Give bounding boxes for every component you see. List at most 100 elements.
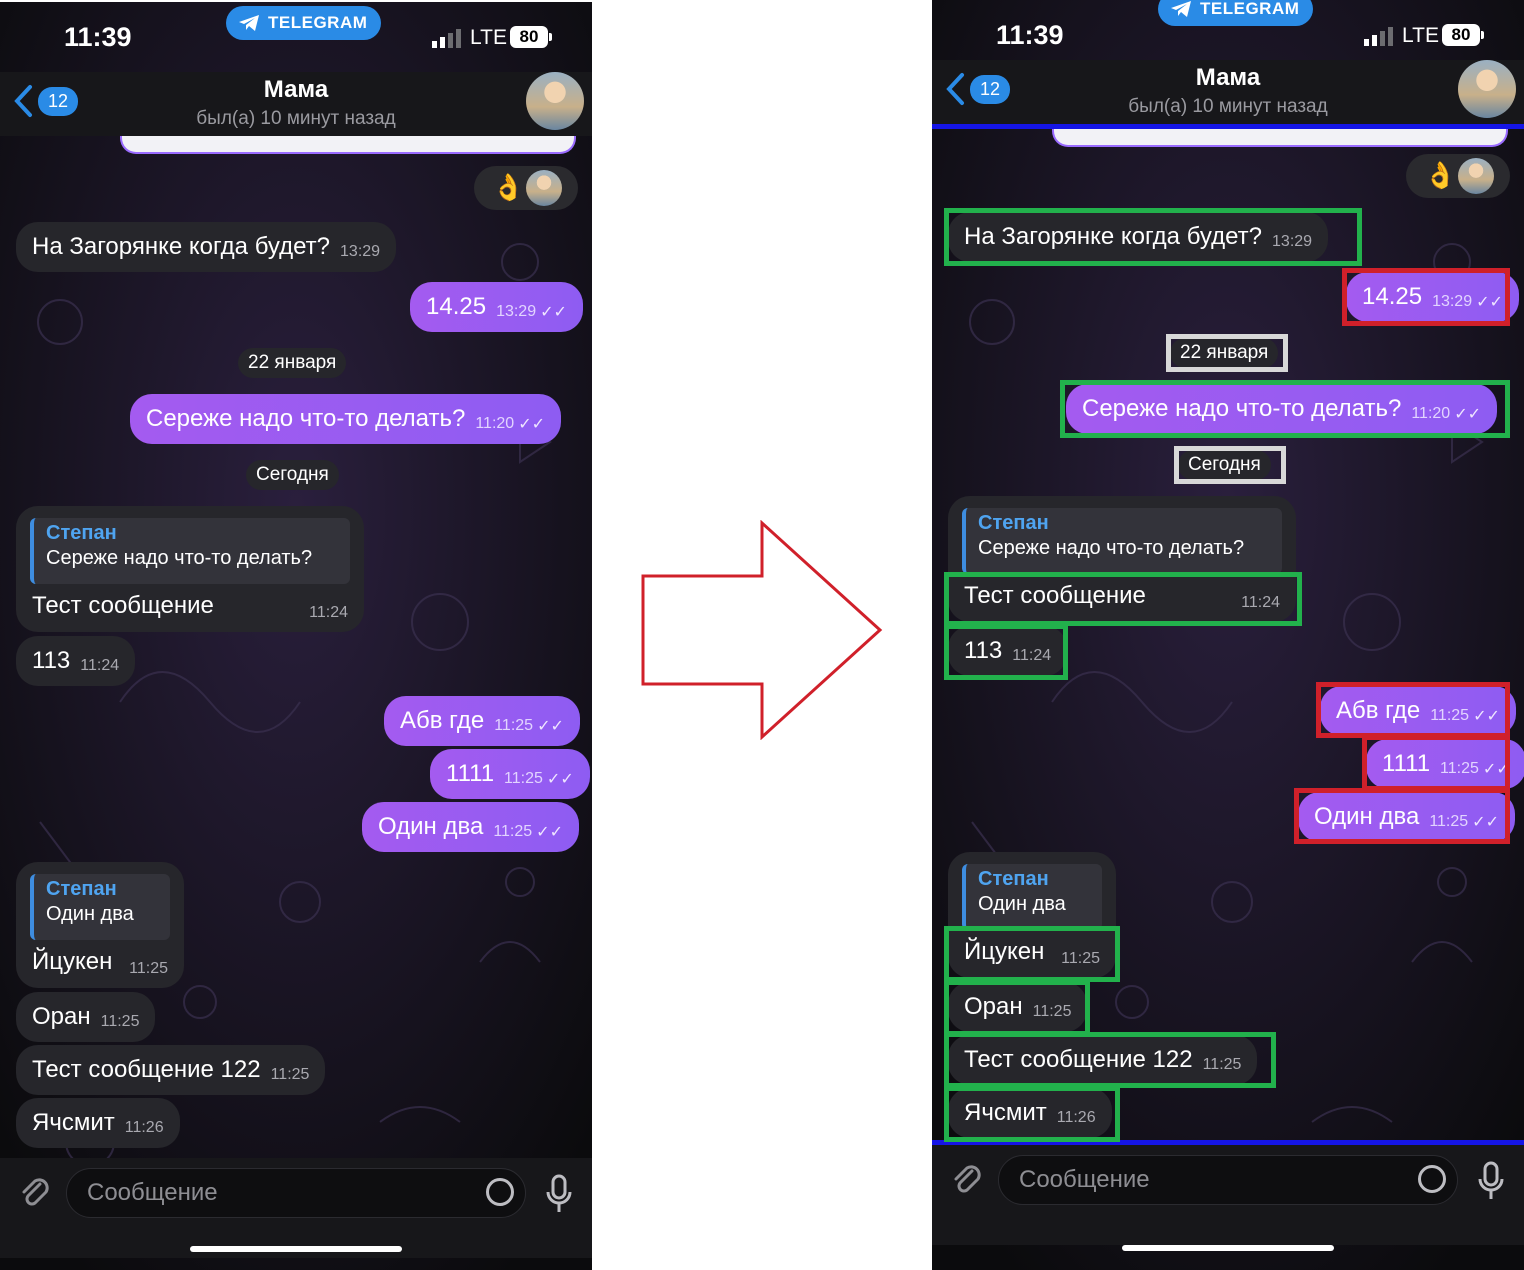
message-time: 13:29 [496, 303, 537, 320]
message-incoming[interactable]: Ячсмит 11:26 [16, 1098, 180, 1148]
avatar[interactable] [526, 72, 584, 130]
reply-message-bubble[interactable]: Степан Сереже надо что-то делать? Тест с… [16, 506, 364, 632]
message-text: Сереже надо что-то делать? [1082, 395, 1402, 422]
previous-message-edge [1052, 129, 1508, 147]
chat-title[interactable]: Мама [0, 76, 592, 104]
reply-message-bubble[interactable]: Степан Сереже надо что-то делать? Тест с… [948, 496, 1296, 622]
sticker-clock-icon[interactable] [1418, 1165, 1446, 1193]
reaction-avatar [1458, 158, 1494, 194]
message-text: 113 [32, 647, 71, 674]
message-text: Абв где [1336, 697, 1421, 724]
battery-level: 80 [510, 26, 548, 48]
microphone-icon[interactable] [546, 1174, 572, 1214]
reply-quote[interactable]: Степан Сереже надо что-то делать? [30, 518, 350, 584]
message-time: 11:25 [1440, 760, 1479, 777]
chat-header: 12 Мама был(а) 10 минут назад [932, 60, 1524, 124]
message-outgoing[interactable]: 1111 11:25 ✓✓ [1366, 739, 1524, 789]
battery-level: 80 [1442, 24, 1480, 46]
reply-quoted-text: Один два [46, 903, 134, 925]
last-seen-status: был(а) 10 минут назад [196, 108, 396, 129]
message-time: 11:20 [475, 415, 515, 432]
chat-title[interactable]: Мама [932, 64, 1524, 92]
message-input[interactable]: Сообщение [998, 1155, 1458, 1205]
telegram-pill[interactable]: TELEGRAM [226, 6, 382, 40]
message-incoming[interactable]: Оран 11:25 [948, 982, 1088, 1032]
reaction-chip[interactable]: 👌 [1406, 154, 1510, 198]
message-outgoing[interactable]: Сереже надо что-то делать? 11:20 ✓✓ [1066, 384, 1497, 434]
message-text: Один два [1314, 803, 1420, 830]
battery-tip [549, 33, 552, 41]
message-text: Ячсмит [32, 1109, 115, 1136]
reply-author: Степан [46, 522, 117, 544]
message-input[interactable]: Сообщение [66, 1168, 526, 1218]
microphone-icon[interactable] [1478, 1161, 1504, 1201]
read-checks-icon: ✓✓ [536, 824, 563, 841]
sticker-clock-icon[interactable] [486, 1178, 514, 1206]
reply-quote[interactable]: Степан Сереже надо что-то делать? [962, 508, 1282, 574]
message-incoming[interactable]: Тест сообщение 122 11:25 [948, 1035, 1258, 1085]
paperclip-icon[interactable] [950, 1163, 984, 1197]
ok-hand-emoji: 👌 [1424, 160, 1457, 190]
message-text: Оран [32, 1003, 91, 1030]
message-text: Сереже надо что-то делать? [146, 405, 466, 432]
clock-time: 11:39 [996, 20, 1064, 50]
reply-author: Степан [978, 868, 1049, 890]
message-time: 13:29 [340, 243, 381, 260]
date-separator: 22 января [1170, 338, 1279, 368]
reply-quoted-text: Сереже надо что-то делать? [978, 537, 1245, 559]
message-outgoing[interactable]: Абв где 11:25 ✓✓ [384, 696, 580, 746]
message-outgoing[interactable]: Сереже надо что-то делать? 11:20 ✓✓ [130, 394, 561, 444]
composer-bar: Сообщение [0, 1158, 592, 1258]
ok-hand-emoji: 👌 [492, 172, 525, 202]
message-time: 11:25 [1202, 1056, 1242, 1073]
message-outgoing[interactable]: 14.25 13:29 ✓✓ [1346, 272, 1519, 322]
message-incoming[interactable]: Ячсмит 11:26 [948, 1088, 1112, 1138]
date-separator: Сегодня [246, 460, 339, 490]
message-outgoing[interactable]: 1111 11:25 ✓✓ [430, 749, 590, 799]
message-outgoing[interactable]: Один два 11:25 ✓✓ [362, 802, 579, 852]
message-text: 14.25 [1362, 283, 1423, 310]
message-outgoing[interactable]: Абв где 11:25 ✓✓ [1320, 686, 1516, 736]
telegram-plane-icon [1171, 1, 1191, 17]
message-incoming[interactable]: На Загорянке когда будет? 13:29 [948, 212, 1329, 262]
message-time: 11:26 [1056, 1109, 1096, 1126]
message-incoming[interactable]: 113 11:24 [948, 626, 1068, 676]
read-checks-icon: ✓✓ [546, 771, 574, 788]
network-type: LTE [1402, 24, 1439, 47]
paperclip-icon[interactable] [18, 1176, 52, 1210]
reply-quote[interactable]: Степан Один два [30, 874, 170, 940]
message-time: 11:25 [270, 1066, 310, 1083]
message-outgoing[interactable]: 14.25 13:29 ✓✓ [410, 282, 583, 332]
message-incoming[interactable]: Тест сообщение 122 11:25 [16, 1045, 326, 1095]
reaction-chip[interactable]: 👌 [474, 166, 578, 210]
reply-quote[interactable]: Степан Один два [962, 864, 1102, 930]
message-time: 11:25 [1032, 1003, 1072, 1020]
message-text: На Загорянке когда будет? [32, 233, 331, 260]
reply-quoted-text: Один два [978, 893, 1066, 915]
telegram-pill-label: TELEGRAM [1200, 0, 1300, 18]
reply-message-bubble[interactable]: Степан Один два Йцукен 11:25 [948, 852, 1116, 978]
message-text: Ячсмит [964, 1099, 1047, 1126]
message-incoming[interactable]: 113 11:24 [16, 636, 136, 686]
reaction-avatar [526, 170, 562, 206]
avatar[interactable] [1458, 60, 1516, 118]
reply-author: Степан [46, 878, 117, 900]
reply-quoted-text: Сереже надо что-то делать? [46, 547, 313, 569]
reply-author: Степан [978, 512, 1049, 534]
date-separator: 22 января [238, 348, 347, 378]
message-outgoing[interactable]: Один два 11:25 ✓✓ [1298, 792, 1515, 842]
chat-header: 12 Мама был(а) 10 минут назад [0, 72, 592, 136]
telegram-plane-icon [239, 15, 259, 31]
message-time: 11:24 [80, 657, 120, 674]
telegram-pill[interactable]: TELEGRAM [1158, 0, 1314, 26]
message-time: 11:25 [1430, 707, 1470, 724]
message-text: Йцукен [964, 938, 1045, 965]
message-time: 11:25 [100, 1013, 140, 1030]
clock-time: 11:39 [64, 22, 132, 52]
last-seen-status: был(а) 10 минут назад [1128, 96, 1328, 117]
message-incoming[interactable]: На Загорянке когда будет? 13:29 [16, 222, 397, 272]
message-incoming[interactable]: Оран 11:25 [16, 992, 156, 1042]
reply-message-bubble[interactable]: Степан Один два Йцукен 11:25 [16, 862, 184, 988]
previous-message-edge [120, 136, 576, 154]
message-time: 11:25 [1061, 950, 1100, 967]
